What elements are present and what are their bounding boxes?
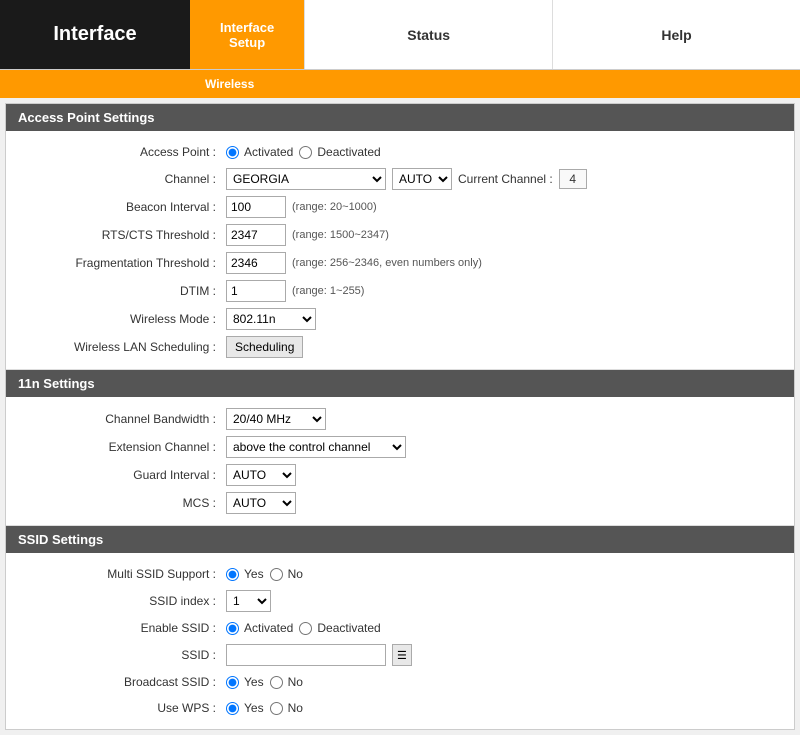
ext-channel-select[interactable]: above the control channel	[226, 436, 406, 458]
channel-bw-label: Channel Bandwidth :	[6, 412, 226, 426]
tab-help[interactable]: Help	[552, 0, 800, 69]
ssid-field-label: SSID :	[6, 648, 226, 662]
guard-interval-label: Guard Interval :	[6, 468, 226, 482]
use-wps-label: Use WPS :	[6, 701, 226, 715]
channel-select[interactable]: GEORGIA	[226, 168, 386, 190]
channel-label: Channel :	[6, 172, 226, 186]
dtim-input[interactable]	[226, 280, 286, 302]
mcs-label: MCS :	[6, 496, 226, 510]
current-channel-value: 4	[559, 169, 587, 189]
frag-label: Fragmentation Threshold :	[6, 256, 226, 270]
broadcast-ssid-no-radio[interactable]: No	[270, 675, 303, 689]
dtim-hint: (range: 1~255)	[292, 285, 364, 297]
enable-deactivated-label: Deactivated	[317, 621, 380, 635]
enable-activated-label: Activated	[244, 621, 293, 635]
rts-label: RTS/CTS Threshold :	[6, 228, 226, 242]
ssid-section-header: SSID Settings	[6, 526, 794, 553]
beacon-interval-label: Beacon Interval :	[6, 200, 226, 214]
mcs-select[interactable]: AUTO	[226, 492, 296, 514]
access-point-section-header: Access Point Settings	[6, 104, 794, 131]
ssid-index-select[interactable]: 1	[226, 590, 271, 612]
multi-ssid-yes-label: Yes	[244, 567, 264, 581]
ext-channel-label: Extension Channel :	[6, 440, 226, 454]
access-point-label: Access Point :	[6, 145, 226, 159]
wps-no-radio[interactable]: No	[270, 701, 303, 715]
11n-section-header: 11n Settings	[6, 370, 794, 397]
enable-ssid-deactivated-radio[interactable]: Deactivated	[299, 621, 380, 635]
activated-label: Activated	[244, 145, 293, 159]
wireless-mode-select[interactable]: 802.11n	[226, 308, 316, 330]
access-point-deactivated-radio[interactable]: Deactivated	[299, 145, 380, 159]
guard-interval-select[interactable]: AUTO	[226, 464, 296, 486]
tab-status[interactable]: Status	[304, 0, 552, 69]
dtim-label: DTIM :	[6, 284, 226, 298]
scheduling-button[interactable]: Scheduling	[226, 336, 303, 358]
enable-ssid-activated-radio[interactable]: Activated	[226, 621, 293, 635]
access-point-activated-radio[interactable]: Activated	[226, 145, 293, 159]
auto-select[interactable]: AUTO	[392, 168, 452, 190]
multi-ssid-no-radio[interactable]: No	[270, 567, 303, 581]
wireless-mode-label: Wireless Mode :	[6, 312, 226, 326]
channel-bw-select[interactable]: 20/40 MHz	[226, 408, 326, 430]
ssid-input[interactable]	[226, 644, 386, 666]
wireless-lan-label: Wireless LAN Scheduling :	[6, 340, 226, 354]
ssid-browse-button[interactable]: ☰	[392, 644, 412, 666]
wps-yes-radio[interactable]: Yes	[226, 701, 264, 715]
rts-input[interactable]	[226, 224, 286, 246]
wps-no-label: No	[288, 701, 303, 715]
rts-hint: (range: 1500~2347)	[292, 229, 389, 241]
beacon-interval-input[interactable]	[226, 196, 286, 218]
multi-ssid-yes-radio[interactable]: Yes	[226, 567, 264, 581]
deactivated-label: Deactivated	[317, 145, 380, 159]
ssid-index-label: SSID index :	[6, 594, 226, 608]
broadcast-no-label: No	[288, 675, 303, 689]
broadcast-ssid-label: Broadcast SSID :	[6, 675, 226, 689]
multi-ssid-label: Multi SSID Support :	[6, 567, 226, 581]
frag-input[interactable]	[226, 252, 286, 274]
subnav-wireless[interactable]: Wireless	[195, 77, 264, 91]
tab-interface-setup[interactable]: Interface Setup	[190, 0, 304, 69]
current-channel-label: Current Channel :	[458, 172, 553, 186]
logo: Interface	[0, 0, 190, 69]
beacon-interval-hint: (range: 20~1000)	[292, 201, 377, 213]
multi-ssid-no-label: No	[288, 567, 303, 581]
broadcast-ssid-yes-radio[interactable]: Yes	[226, 675, 264, 689]
wps-yes-label: Yes	[244, 701, 264, 715]
enable-ssid-label: Enable SSID :	[6, 621, 226, 635]
broadcast-yes-label: Yes	[244, 675, 264, 689]
frag-hint: (range: 256~2346, even numbers only)	[292, 257, 482, 269]
